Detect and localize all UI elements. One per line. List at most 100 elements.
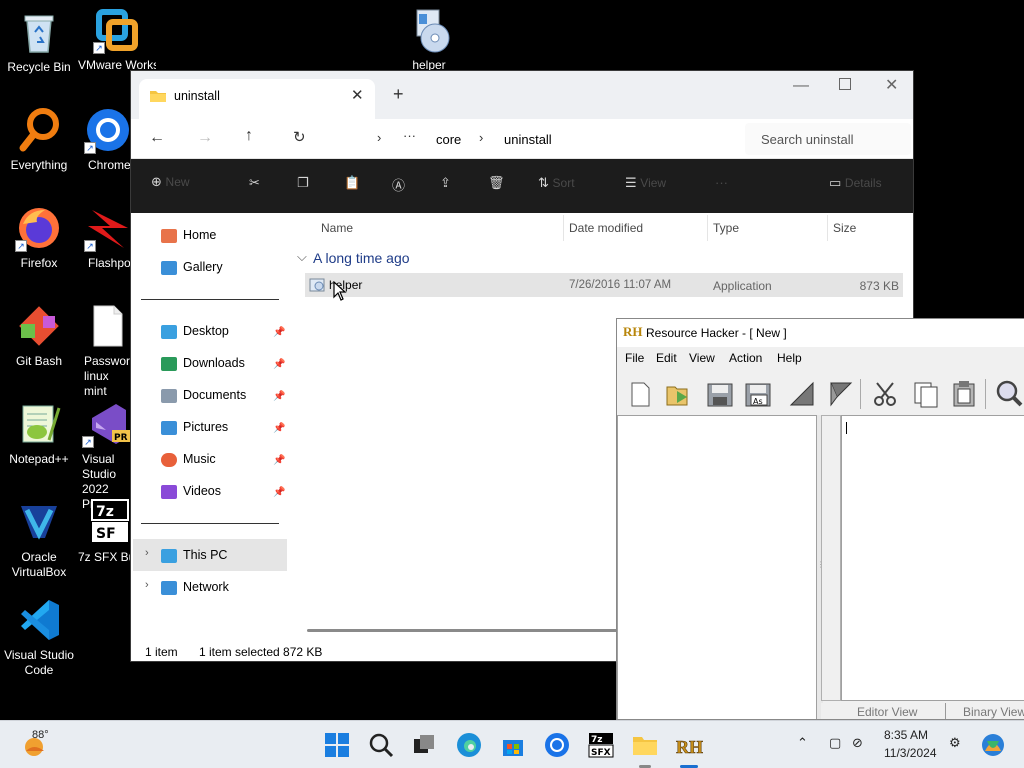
desktop-icon-password-file[interactable]: Password linux mint: [78, 302, 134, 399]
search-icon[interactable]: [991, 377, 1024, 411]
rh-menu-action[interactable]: Action: [729, 351, 762, 365]
pin-icon[interactable]: 📌: [273, 327, 285, 338]
column-separator[interactable]: [563, 215, 564, 241]
details-button[interactable]: ▭ Details: [829, 175, 882, 191]
copy-icon[interactable]: ❐: [297, 175, 309, 191]
desktop-icon-helper[interactable]: helper: [390, 6, 468, 73]
rename-icon[interactable]: Ⓐ: [392, 175, 405, 194]
tab-binary-view[interactable]: Binary View: [963, 705, 1024, 719]
column-separator[interactable]: [827, 215, 828, 241]
resource-icon[interactable]: [823, 377, 857, 411]
network-status-icon[interactable]: ⊘: [852, 735, 863, 751]
pin-icon[interactable]: 📌: [273, 455, 285, 466]
column-header-name[interactable]: Name: [321, 221, 353, 235]
pin-icon[interactable]: 📌: [273, 423, 285, 434]
settings-icon[interactable]: ⚙: [949, 735, 961, 751]
file-explorer-icon[interactable]: [631, 731, 659, 759]
column-header-date[interactable]: Date modified: [569, 221, 643, 235]
windows-start-icon[interactable]: [323, 731, 351, 759]
breadcrumb-core[interactable]: core: [436, 132, 461, 147]
delete-icon[interactable]: 🗑: [488, 175, 505, 191]
column-header-size[interactable]: Size: [833, 221, 856, 235]
breadcrumb-overflow-icon[interactable]: ···: [403, 128, 416, 143]
search-box[interactable]: Search uninstall: [745, 123, 911, 155]
nav-pictures[interactable]: Pictures: [161, 413, 228, 441]
search-icon[interactable]: [367, 731, 395, 759]
breadcrumb[interactable]: › ··· core › uninstall: [329, 123, 734, 155]
sort-button[interactable]: ⇅ Sort: [538, 175, 575, 191]
column-header-type[interactable]: Type: [713, 221, 739, 235]
desktop-icon-flashpoint[interactable]: ↗ Flashpoint: [78, 204, 132, 271]
nav-music[interactable]: Music: [161, 445, 216, 473]
column-separator[interactable]: [707, 215, 708, 241]
nav-downloads[interactable]: Downloads: [161, 349, 245, 377]
rh-menu-edit[interactable]: Edit: [656, 351, 677, 365]
desktop-icon-vscode[interactable]: Visual Studio Code: [0, 596, 78, 678]
desktop-icon-chrome[interactable]: ↗ Chrome: [78, 106, 138, 173]
chevron-right-icon[interactable]: ›: [145, 547, 149, 559]
paste-icon[interactable]: [947, 377, 981, 411]
nav-gallery[interactable]: Gallery: [161, 253, 223, 281]
desktop-icon-recycle-bin[interactable]: Recycle Bin: [0, 8, 78, 75]
back-icon[interactable]: ←: [149, 129, 165, 147]
desktop-icon-virtualbox[interactable]: Oracle VirtualBox: [0, 498, 78, 580]
view-button[interactable]: ☰ View: [625, 175, 666, 191]
pin-icon[interactable]: 📌: [273, 359, 285, 370]
clock-time[interactable]: 8:35 AM: [884, 728, 928, 742]
rh-menu-view[interactable]: View: [689, 351, 715, 365]
tab-close-icon[interactable]: ✕: [351, 86, 364, 104]
editor-pane[interactable]: [841, 415, 1024, 701]
explorer-tab[interactable]: uninstall ✕: [139, 79, 375, 119]
chrome-icon[interactable]: [543, 731, 571, 759]
nav-home[interactable]: Home: [161, 221, 216, 249]
table-row[interactable]: helper 7/26/2016 11:07 AM Application 87…: [305, 273, 903, 297]
desktop-icon-git-bash[interactable]: Git Bash: [0, 302, 78, 369]
nav-videos[interactable]: Videos: [161, 477, 221, 505]
tab-editor-view[interactable]: Editor View: [857, 705, 917, 719]
save-as-icon[interactable]: As: [741, 377, 775, 411]
task-view-icon[interactable]: [410, 731, 438, 759]
resource-tree-pane[interactable]: [617, 415, 817, 719]
microsoft-store-icon[interactable]: [499, 731, 527, 759]
chevron-up-icon[interactable]: ⌃: [797, 735, 808, 751]
search-input[interactable]: Search uninstall: [761, 132, 854, 147]
clock-date[interactable]: 11/3/2024: [884, 746, 937, 760]
nav-desktop[interactable]: Desktop: [161, 317, 229, 345]
rh-menu-file[interactable]: File: [625, 351, 644, 365]
refresh-icon[interactable]: ↻: [293, 128, 306, 146]
group-header[interactable]: A long time ago: [313, 250, 410, 266]
paste-icon[interactable]: 📋: [344, 175, 360, 191]
new-file-icon[interactable]: [623, 377, 657, 411]
more-options-button[interactable]: ···: [715, 175, 728, 190]
new-button[interactable]: ⊕ New: [151, 174, 190, 190]
nav-this-pc[interactable]: This PC: [161, 541, 227, 569]
weather-temperature[interactable]: 88°: [32, 729, 49, 741]
desktop-icon-notepadpp[interactable]: Notepad++: [0, 400, 78, 467]
pin-icon[interactable]: 📌: [273, 391, 285, 402]
7z-sfx-icon[interactable]: 7z SFX: [587, 731, 615, 759]
desktop-icon-everything[interactable]: Everything: [0, 106, 78, 173]
maximize-icon[interactable]: [839, 78, 851, 90]
edge-browser-icon[interactable]: [455, 731, 483, 759]
nav-network[interactable]: Network: [161, 573, 229, 601]
compile-icon[interactable]: [785, 377, 819, 411]
desktop-icon-7z-sfx[interactable]: 7z SF 7z SFX Builder: [78, 498, 134, 565]
minimize-icon[interactable]: —: [793, 77, 809, 95]
breadcrumb-uninstall[interactable]: uninstall: [504, 132, 552, 147]
nav-documents[interactable]: Documents: [161, 381, 246, 409]
forward-icon[interactable]: →: [197, 129, 213, 147]
resource-hacker-taskbar-icon[interactable]: RH: [675, 731, 704, 759]
rh-menu-help[interactable]: Help: [777, 351, 802, 365]
cut-icon[interactable]: ✂: [249, 175, 260, 191]
share-icon[interactable]: ⇪: [440, 175, 451, 191]
pin-icon[interactable]: 📌: [273, 487, 285, 498]
chevron-right-icon[interactable]: ›: [145, 579, 149, 591]
copy-icon[interactable]: [909, 377, 943, 411]
desktop-icon-firefox[interactable]: ↗ Firefox: [0, 204, 78, 271]
window-close-icon[interactable]: ✕: [885, 75, 898, 95]
open-file-icon[interactable]: [661, 377, 695, 411]
save-icon[interactable]: [703, 377, 737, 411]
scissors-cut-icon[interactable]: [869, 377, 903, 411]
horizontal-scrollbar[interactable]: [307, 629, 627, 632]
copilot-icon[interactable]: [979, 731, 1007, 759]
